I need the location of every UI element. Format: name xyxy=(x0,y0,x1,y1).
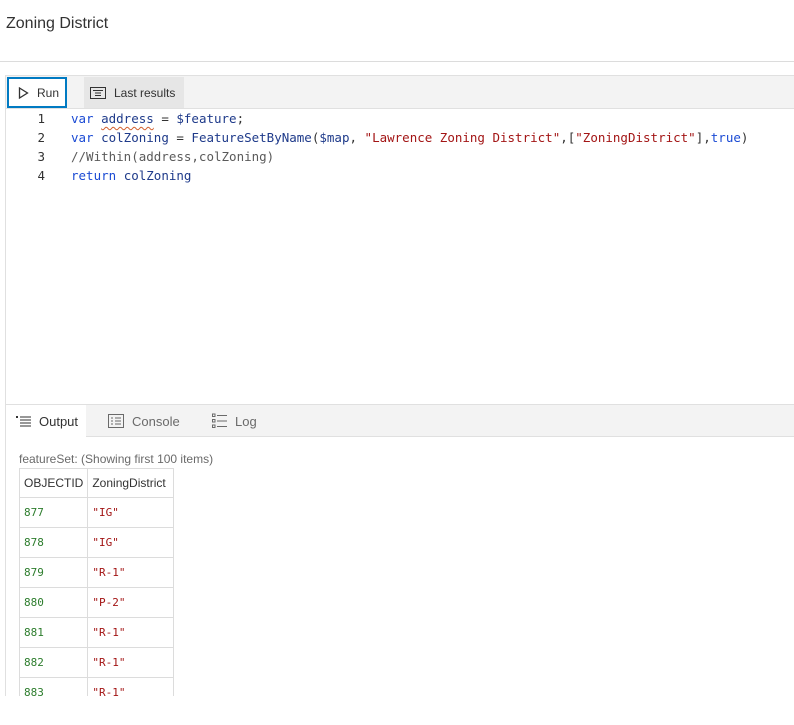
cell-objectid: 882 xyxy=(18,647,89,678)
code-text: var colZoning = FeatureSetByName($map, "… xyxy=(71,128,748,147)
cell-zoningdistrict: "IG" xyxy=(87,497,175,528)
page-header: Zoning District xyxy=(0,0,794,62)
tab-log-label: Log xyxy=(235,413,257,429)
code-token: "ZoningDistrict" xyxy=(575,130,696,145)
code-token: return xyxy=(71,168,124,183)
cell-zoningdistrict: "IG" xyxy=(87,527,175,558)
log-list-icon xyxy=(212,413,227,428)
cell-objectid: 881 xyxy=(18,617,89,648)
code-token: , xyxy=(349,130,365,145)
column-header-zoningdistrict: ZoningDistrict xyxy=(87,468,175,498)
editor-toolbar: Run Last results xyxy=(6,76,794,109)
code-editor[interactable]: 1 var address = $feature; 2 var colZoning =… xyxy=(6,109,794,404)
run-button-label: Run xyxy=(37,85,60,100)
play-icon xyxy=(18,86,29,99)
cell-zoningdistrict: "R-1" xyxy=(87,647,175,678)
code-token: var xyxy=(71,130,102,145)
output-list-icon xyxy=(16,415,31,426)
results-table: OBJECTID ZoningDistrict 877 "IG" 878 "IG" 87… xyxy=(18,468,175,696)
feature-set-label: featureSet: (Showing first 100 items) xyxy=(19,452,214,466)
table-row: 881 "R-1" xyxy=(18,617,175,648)
run-button[interactable]: Run xyxy=(7,77,67,108)
cell-objectid: 883 xyxy=(18,677,89,696)
table-row: 878 "IG" xyxy=(18,527,175,558)
tab-console-label: Console xyxy=(132,413,180,429)
arcade-editor-panel: Run Last results 1 var address = $feature… xyxy=(5,75,794,696)
cell-zoningdistrict: "R-1" xyxy=(87,677,175,696)
code-line: 1 var address = $feature; xyxy=(6,109,794,128)
cell-objectid: 880 xyxy=(18,587,89,618)
code-line: 4 return colZoning xyxy=(6,166,794,185)
results-tabs: Output Console Log xyxy=(6,404,794,437)
page-title: Zoning District xyxy=(6,15,109,32)
cell-zoningdistrict: "R-1" xyxy=(87,617,175,648)
code-token: address xyxy=(101,111,154,126)
code-line: 3 //Within(address,colZoning) xyxy=(6,147,794,166)
results-table-icon xyxy=(90,86,106,99)
code-text: var address = $feature; xyxy=(71,109,244,128)
code-token: colZoning xyxy=(123,168,192,183)
cell-objectid: 879 xyxy=(18,557,89,588)
table-row: 880 "P-2" xyxy=(18,587,175,618)
line-number: 3 xyxy=(37,149,45,164)
code-token: colZoning xyxy=(101,130,169,145)
line-number: 1 xyxy=(37,111,45,126)
line-number: 4 xyxy=(37,168,45,183)
output-pane[interactable]: featureSet: (Showing first 100 items) OB… xyxy=(6,437,794,696)
cell-objectid: 878 xyxy=(18,527,89,558)
code-token: "Lawrence Zoning District" xyxy=(364,130,561,145)
cell-zoningdistrict: "R-1" xyxy=(87,557,175,588)
console-icon xyxy=(108,414,124,428)
code-token: ) xyxy=(740,130,749,145)
code-token: true xyxy=(710,130,741,145)
tab-console[interactable]: Console xyxy=(108,405,198,437)
code-token: = xyxy=(168,130,192,145)
code-token: FeatureSetByName xyxy=(191,130,312,145)
tab-output-label: Output xyxy=(39,413,79,429)
table-row: 879 "R-1" xyxy=(18,557,175,588)
code-token: ; xyxy=(236,111,245,126)
code-token: $map xyxy=(319,130,350,145)
table-row: 882 "R-1" xyxy=(18,647,175,678)
code-token: //Within(address,colZoning) xyxy=(71,149,275,164)
last-results-button[interactable]: Last results xyxy=(84,77,184,108)
cell-zoningdistrict: "P-2" xyxy=(87,587,175,618)
line-number: 2 xyxy=(37,130,45,145)
tab-log[interactable]: Log xyxy=(212,405,282,437)
table-row: 877 "IG" xyxy=(18,497,175,528)
cell-objectid: 877 xyxy=(18,497,89,528)
code-token: = xyxy=(153,111,177,126)
code-line: 2 var colZoning = FeatureSetByName($map, … xyxy=(6,128,794,147)
code-token: ,[ xyxy=(560,130,576,145)
code-text: //Within(address,colZoning) xyxy=(71,147,274,166)
tab-output[interactable]: Output xyxy=(6,405,86,437)
code-token: var xyxy=(71,111,102,126)
column-header-objectid: OBJECTID xyxy=(18,468,89,498)
table-header-row: OBJECTID ZoningDistrict xyxy=(18,468,175,498)
code-token: $feature xyxy=(176,111,237,126)
code-text: return colZoning xyxy=(71,166,191,185)
last-results-label: Last results xyxy=(114,85,176,100)
code-token: ], xyxy=(695,130,711,145)
table-row: 883 "R-1" xyxy=(18,677,175,696)
